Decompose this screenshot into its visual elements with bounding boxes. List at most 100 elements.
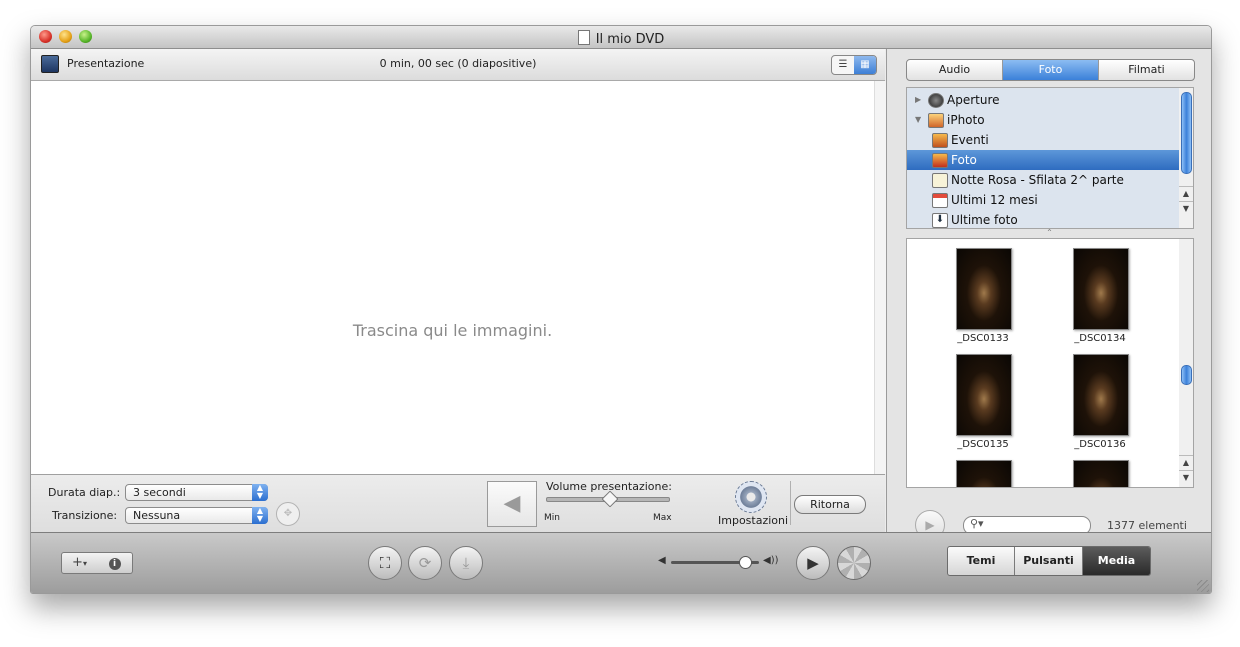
window-title-container: Il mio DVD: [31, 30, 1211, 47]
pane-splitter-icon[interactable]: ⌃: [906, 229, 1193, 237]
drop-zone-button[interactable]: ⤓: [449, 546, 483, 580]
drop-placeholder: Trascina qui le immagini.: [352, 321, 553, 340]
photo-caption: _DSC0135: [957, 439, 1009, 450]
photo-grid-scrollbar[interactable]: ▲ ▼: [1179, 238, 1194, 488]
photo-caption: _DSC0134: [1074, 333, 1126, 344]
calendar-icon: [932, 193, 948, 208]
settings-label[interactable]: Impostazioni: [718, 514, 788, 527]
source-item-last-import[interactable]: ⬇ Ultime foto: [907, 210, 1180, 228]
aperture-icon: [928, 93, 944, 108]
motion-button[interactable]: ⟳: [408, 546, 442, 580]
source-label: iPhoto: [947, 113, 985, 127]
slideshow-audio-well[interactable]: ◀: [487, 481, 537, 527]
source-item-album[interactable]: Notte Rosa - Sfilata 2^ parte: [907, 170, 1180, 190]
import-icon: ⬇: [932, 213, 948, 228]
photo-caption: _DSC0133: [957, 333, 1009, 344]
tab-media[interactable]: Media: [1083, 547, 1150, 575]
app-window: Il mio DVD Presentazione 0 min, 00 sec (…: [30, 25, 1212, 594]
volume-min-label: Min: [544, 513, 560, 523]
photo-thumbnail[interactable]: [956, 354, 1012, 436]
scroll-up-icon[interactable]: ▲: [1179, 455, 1193, 470]
volume-low-icon: ◀: [658, 555, 666, 566]
source-item-photos[interactable]: Foto: [907, 150, 1180, 170]
popup-arrows-icon: ▲ ▼: [252, 507, 268, 524]
media-type-tabs: Audio Foto Filmati: [906, 59, 1195, 81]
speaker-icon: ◀: [503, 491, 521, 516]
duration-label: Durata diap.:: [48, 486, 121, 499]
photo-grid: _DSC0133 _DSC0134 _DSC0135 _DSC0136: [906, 238, 1181, 488]
scroll-thumb[interactable]: [1181, 365, 1192, 385]
photo-thumbnail[interactable]: [1073, 354, 1129, 436]
media-browser: Audio Foto Filmati ▶ Aperture ▼ iPhoto E…: [886, 49, 1211, 540]
list-view-icon[interactable]: ☰: [832, 56, 854, 74]
source-label: Eventi: [951, 133, 989, 147]
scroll-up-icon[interactable]: ▲: [1179, 186, 1193, 201]
duration-select[interactable]: 3 secondi ▲ ▼: [125, 484, 268, 501]
transition-value: Nessuna: [133, 509, 181, 522]
tab-movies[interactable]: Filmati: [1099, 60, 1194, 80]
add-icon: +: [72, 555, 83, 570]
tab-buttons[interactable]: Pulsanti: [1015, 547, 1083, 575]
album-icon: [932, 173, 948, 188]
info-button[interactable]: i: [97, 552, 133, 574]
scroll-down-icon[interactable]: ▼: [1179, 201, 1193, 216]
image-drop-area[interactable]: Trascina qui le immagini.: [31, 81, 874, 474]
transition-select[interactable]: Nessuna ▲ ▼: [125, 507, 268, 524]
photo-thumbnail[interactable]: [956, 460, 1012, 487]
burn-button[interactable]: [837, 546, 871, 580]
slideshow-header: Presentazione 0 min, 00 sec (0 diapositi…: [31, 49, 885, 81]
source-item-last-12-months[interactable]: Ultimi 12 mesi: [907, 190, 1180, 210]
photo-thumbnail[interactable]: [956, 248, 1012, 330]
tab-photos[interactable]: Foto: [1003, 60, 1099, 80]
drop-zone-icon: ⤓: [462, 554, 470, 572]
popup-arrows-icon: ▲ ▼: [252, 484, 268, 501]
source-label: Notte Rosa - Sfilata 2^ parte: [951, 173, 1124, 187]
source-label: Ultimi 12 mesi: [951, 193, 1038, 207]
scroll-thumb[interactable]: [1181, 92, 1192, 174]
volume-slider-knob[interactable]: [601, 490, 619, 508]
disclosure-collapsed-icon[interactable]: ▶: [915, 90, 921, 110]
transition-label: Transizione:: [52, 509, 118, 522]
source-list-scrollbar[interactable]: ▲ ▼: [1179, 87, 1194, 229]
tab-themes[interactable]: Temi: [948, 547, 1015, 575]
source-label: Ultime foto: [951, 213, 1018, 227]
bottom-toolbar: +▾ i ⛶ ⟳ ⤓ ◀ ◀)) ▶ Temi Pulsanti Media: [31, 532, 1211, 593]
volume-high-icon: ◀)): [763, 555, 779, 566]
controls-divider: [790, 481, 791, 525]
source-label: Aperture: [947, 93, 1000, 107]
scroll-down-icon[interactable]: ▼: [1179, 470, 1193, 485]
map-view-button[interactable]: ⛶: [368, 546, 402, 580]
search-input[interactable]: [986, 518, 1084, 531]
source-label: Foto: [951, 153, 977, 167]
photo-caption: _DSC0136: [1074, 439, 1126, 450]
drop-area-scrollbar[interactable]: [874, 81, 886, 474]
add-button[interactable]: +▾: [61, 552, 98, 574]
play-icon: ▶: [807, 554, 819, 572]
play-button[interactable]: ▶: [796, 546, 830, 580]
grid-view-icon[interactable]: ▦: [854, 56, 876, 74]
photo-thumbnail[interactable]: [1073, 460, 1129, 487]
editor-mode-tabs: Temi Pulsanti Media: [947, 546, 1151, 576]
source-list: ▶ Aperture ▼ iPhoto Eventi Foto Notte Ro…: [906, 87, 1181, 229]
transition-direction-icon[interactable]: ✥: [276, 502, 300, 526]
search-icon: ⚲▾: [970, 517, 984, 530]
source-item-aperture[interactable]: ▶ Aperture: [907, 90, 1180, 110]
source-item-iphoto[interactable]: ▼ iPhoto: [907, 110, 1180, 130]
window-title: Il mio DVD: [595, 32, 665, 47]
events-icon: [932, 133, 948, 148]
back-button[interactable]: Ritorna: [794, 495, 866, 514]
source-item-events[interactable]: Eventi: [907, 130, 1180, 150]
title-bar: Il mio DVD: [31, 26, 1211, 49]
iphoto-icon: [928, 113, 944, 128]
resize-grip-icon[interactable]: [1197, 580, 1209, 592]
duration-value: 3 secondi: [133, 486, 186, 499]
playback-volume-knob[interactable]: [739, 556, 752, 569]
settings-gear-icon[interactable]: [735, 481, 767, 513]
tab-audio[interactable]: Audio: [907, 60, 1003, 80]
view-toggle[interactable]: ☰ ▦: [831, 55, 877, 75]
photo-thumbnail[interactable]: [1073, 248, 1129, 330]
disclosure-expanded-icon[interactable]: ▼: [915, 110, 921, 130]
loop-icon: ⟳: [418, 554, 432, 572]
slideshow-info: 0 min, 00 sec (0 diapositive): [379, 57, 537, 70]
map-icon: ⛶: [379, 554, 391, 572]
